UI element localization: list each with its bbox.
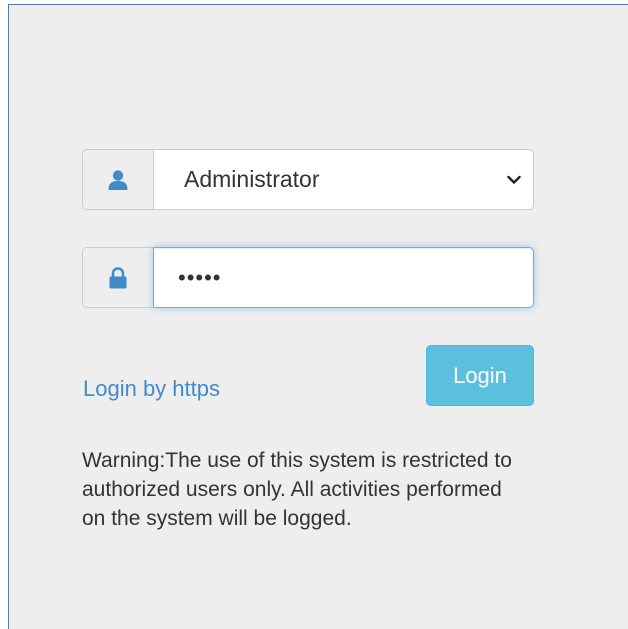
password-addon [82,247,153,308]
user-select[interactable]: Administrator [153,149,534,210]
password-group [82,247,534,308]
password-field[interactable] [154,248,533,307]
chevron-down-icon [507,175,521,184]
login-by-https-link[interactable]: Login by https [83,376,220,402]
user-select-value: Administrator [184,166,320,192]
warning-text: Warning:The use of this system is restri… [82,449,512,530]
password-field-wrapper [153,247,534,308]
login-panel: Administrator Login by https Login Warni… [8,4,628,629]
user-addon [82,149,153,210]
user-icon [108,169,128,190]
login-button[interactable]: Login [426,345,534,406]
user-select-group: Administrator [82,149,534,210]
lock-icon [109,266,127,288]
